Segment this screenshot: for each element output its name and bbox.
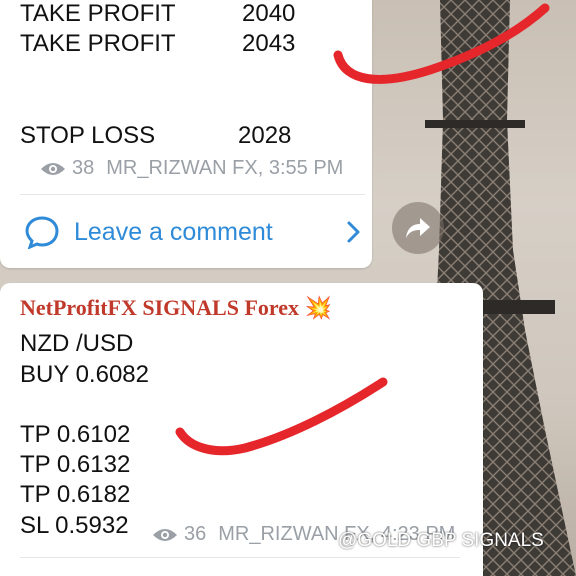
take-profit-label-1: TAKE PROFIT — [20, 0, 176, 27]
view-count: 38 — [72, 157, 95, 179]
take-profit-value-2: 2043 — [242, 30, 296, 57]
eye-icon — [41, 162, 65, 175]
message-meta: 38 MR_RIZWAN FX, 3:55 PM — [40, 157, 343, 180]
currency-pair: NZD /USD — [20, 330, 134, 357]
share-button[interactable] — [392, 202, 444, 254]
stop-loss: SL 0.5932 — [20, 512, 129, 539]
stop-loss-value: 2028 — [238, 122, 292, 149]
collision-emoji: 💥 — [304, 295, 332, 320]
take-profit-label-2: TAKE PROFIT — [20, 30, 176, 57]
take-profit-3: TP 0.6182 — [20, 481, 131, 508]
author-time: MR_RIZWAN FX, 3:55 PM — [106, 157, 344, 179]
stop-loss-label: STOP LOSS — [20, 122, 156, 149]
watermark: @GOLD GBP SIGNALS — [338, 530, 544, 552]
channel-name-text: NetProfitFX SIGNALS Forex — [20, 295, 300, 320]
eye-icon — [153, 528, 177, 541]
leave-comment-label: Leave a comment — [74, 217, 273, 246]
divider — [20, 194, 365, 195]
message-card-gold: TAKE PROFIT 2040 TAKE PROFIT 2043 STOP L… — [0, 0, 372, 268]
watermark-text: @GOLD GBP SIGNALS — [338, 530, 544, 551]
buy-price: BUY 0.6082 — [20, 361, 149, 388]
channel-name[interactable]: NetProfitFX SIGNALS Forex 💥 — [20, 295, 332, 321]
divider — [20, 557, 460, 558]
chevron-right-icon — [347, 221, 360, 243]
comment-bubble-icon — [25, 216, 59, 249]
take-profit-1: TP 0.6102 — [20, 421, 131, 448]
take-profit-2: TP 0.6132 — [20, 451, 131, 478]
share-icon — [406, 218, 430, 238]
take-profit-value-1: 2040 — [242, 0, 296, 27]
view-count: 36 — [184, 523, 207, 545]
leave-comment-button[interactable]: Leave a comment — [24, 212, 360, 252]
